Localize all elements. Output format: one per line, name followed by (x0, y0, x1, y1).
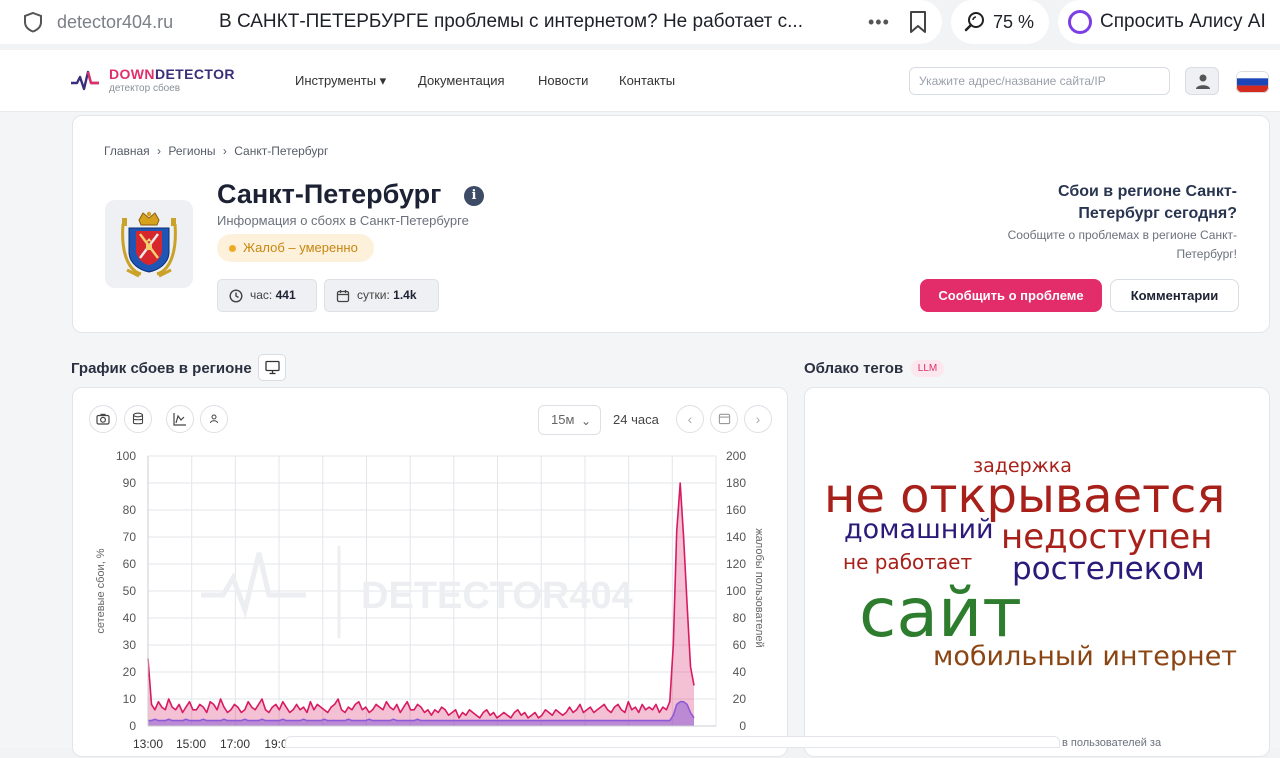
alice-button[interactable]: Спросить Алису AI (1058, 0, 1280, 44)
y-tick-label: 70 (123, 530, 137, 544)
breadcrumb-regions[interactable]: Регионы (168, 144, 215, 158)
y2-tick-label: 80 (733, 611, 747, 625)
tag-word[interactable]: недоступен (1001, 520, 1212, 554)
y2-tick-label: 100 (726, 584, 746, 598)
site-search-input[interactable] (909, 67, 1170, 95)
y2-tick-label: 180 (726, 476, 746, 490)
tag-word[interactable]: мобильный интернет (933, 643, 1237, 670)
y-tick-label: 0 (129, 719, 136, 733)
zoom-icon (964, 12, 984, 32)
nav-news[interactable]: Новости (538, 73, 588, 88)
page-title-text: В САНКТ-ПЕТЕРБУРГЕ проблемы с интернетом… (219, 11, 803, 32)
user-button[interactable] (1185, 67, 1219, 95)
y2-tick-label: 20 (733, 692, 747, 706)
y2-tick-label: 140 (726, 530, 746, 544)
fullscreen-button[interactable] (258, 354, 286, 381)
y2-tick-label: 60 (733, 638, 747, 652)
city-emblem (105, 200, 193, 288)
tag-cloud-card: задержка не открывается домашний недосту… (804, 387, 1270, 757)
outage-chart-card: 15м ⌄ 24 часа ‹ › DETECTOR404 0 10 20 30 40 50 6… (72, 387, 788, 757)
tag-word[interactable]: сайт (859, 580, 1022, 648)
nav-docs[interactable]: Документация (418, 73, 505, 88)
y-tick-label: 40 (123, 611, 137, 625)
tag-word[interactable]: домашний (844, 516, 994, 543)
y2-tick-label: 120 (726, 557, 746, 571)
stat-day-value: 1.4k (393, 288, 417, 302)
outage-chart[interactable]: DETECTOR404 0 10 20 30 40 50 60 70 80 90 100 0 20 40 60… (73, 388, 789, 758)
logo-text[interactable]: DOWNDETECTOR (109, 66, 235, 82)
complaints-status-badge: Жалоб – умеренно (217, 234, 374, 262)
cta-title: Сбои в регионе Санкт-Петербург сегодня? (1058, 183, 1237, 222)
y2-tick-label: 160 (726, 503, 746, 517)
logo-detector: DETECTOR (154, 66, 235, 82)
tag-word[interactable]: не работает (843, 552, 972, 572)
y-tick-label: 60 (123, 557, 137, 571)
y2-tick-label: 40 (733, 665, 747, 679)
x-tick-label: 13:00 (133, 737, 163, 751)
nav-tools[interactable]: Инструменты ▾ (295, 73, 386, 89)
city-subtitle: Информация о сбоях в Санкт-Петербурге (217, 213, 469, 228)
stat-hour-value: 441 (275, 288, 296, 302)
region-card: Главная › Регионы › Санкт-Петербург Санк… (72, 115, 1270, 333)
logo-down: DOWN (109, 66, 155, 82)
y-tick-label: 80 (123, 503, 137, 517)
zoom-level: 75 % (993, 12, 1035, 32)
watermark-logo (201, 552, 306, 619)
zoom-control[interactable]: 75 % (951, 0, 1049, 44)
tag-word[interactable]: ростелеком (1012, 554, 1205, 585)
y-tick-label: 100 (116, 449, 136, 463)
stat-day-label: сутки: (357, 288, 390, 302)
address-bar[interactable]: detector404.ru В САНКТ-ПЕТЕРБУРГЕ пробле… (0, 0, 942, 44)
info-icon[interactable]: i (464, 186, 484, 206)
bottom-cut-text: в пользователей за (1062, 737, 1162, 749)
main-content: Главная › Регионы › Санкт-Петербург Санк… (0, 112, 1280, 757)
report-problem-button[interactable]: Сообщить о проблеме (920, 279, 1102, 312)
stat-day: сутки: 1.4k (324, 279, 439, 312)
y-tick-label: 30 (123, 638, 137, 652)
chart-section-title: График сбоев в регионе (71, 360, 252, 377)
y-tick-label: 10 (123, 692, 137, 706)
pulse-logo-icon[interactable] (70, 68, 100, 94)
user-icon (1196, 74, 1210, 89)
comments-button[interactable]: Комментарии (1110, 279, 1239, 312)
y-axis-title: сетевые сбои, % (95, 548, 107, 633)
nav-contacts[interactable]: Контакты (619, 73, 675, 88)
x-tick-label: 15:00 (176, 737, 206, 751)
cloud-section-title: Облако тегов (804, 360, 904, 377)
x-tick-label: 17:00 (220, 737, 250, 751)
bottom-panel (285, 736, 1060, 748)
alice-label: Спросить Алису AI (1100, 11, 1266, 32)
browser-toolbar: detector404.ru В САНКТ-ПЕТЕРБУРГЕ пробле… (0, 0, 1280, 44)
y-tick-label: 90 (123, 476, 137, 490)
y2-tick-label: 200 (726, 449, 746, 463)
breadcrumb: Главная › Регионы › Санкт-Петербург (104, 144, 332, 158)
monitor-icon (265, 360, 280, 375)
watermark-text: DETECTOR404 (361, 575, 633, 617)
address-domain[interactable]: detector404.ru (57, 12, 173, 33)
stat-hour: час: 441 (217, 279, 317, 312)
tag-word[interactable]: не открывается (824, 472, 1225, 520)
more-dots-icon[interactable]: ••• (868, 12, 890, 33)
alice-icon (1068, 10, 1092, 34)
breadcrumb-separator: › (157, 144, 162, 158)
cta-subtitle: Сообщите о проблемах в регионе Санкт-Пет… (1007, 228, 1237, 261)
y2-axis-title: жалобы пользователей (753, 528, 765, 647)
clock-icon (229, 289, 243, 303)
y-tick-label: 50 (123, 584, 137, 598)
breadcrumb-separator: › (222, 144, 227, 158)
bookmark-icon[interactable] (907, 10, 929, 34)
coat-of-arms-icon (121, 211, 177, 278)
city-title: Санкт-Петербург (217, 179, 442, 209)
site-header: DOWNDETECTOR детектор сбоев Инструменты … (0, 50, 1280, 112)
y2-tick-label: 0 (739, 719, 746, 733)
llm-badge: LLM (911, 360, 944, 377)
stat-hour-label: час: (250, 288, 273, 302)
y-tick-label: 20 (123, 665, 137, 679)
logo-subtitle: детектор сбоев (109, 83, 181, 94)
breadcrumb-current: Санкт-Петербург (234, 144, 329, 158)
calendar-icon (336, 290, 350, 303)
shield-icon[interactable] (22, 11, 44, 33)
breadcrumb-home[interactable]: Главная (104, 144, 150, 158)
russia-flag-icon[interactable] (1236, 71, 1269, 93)
